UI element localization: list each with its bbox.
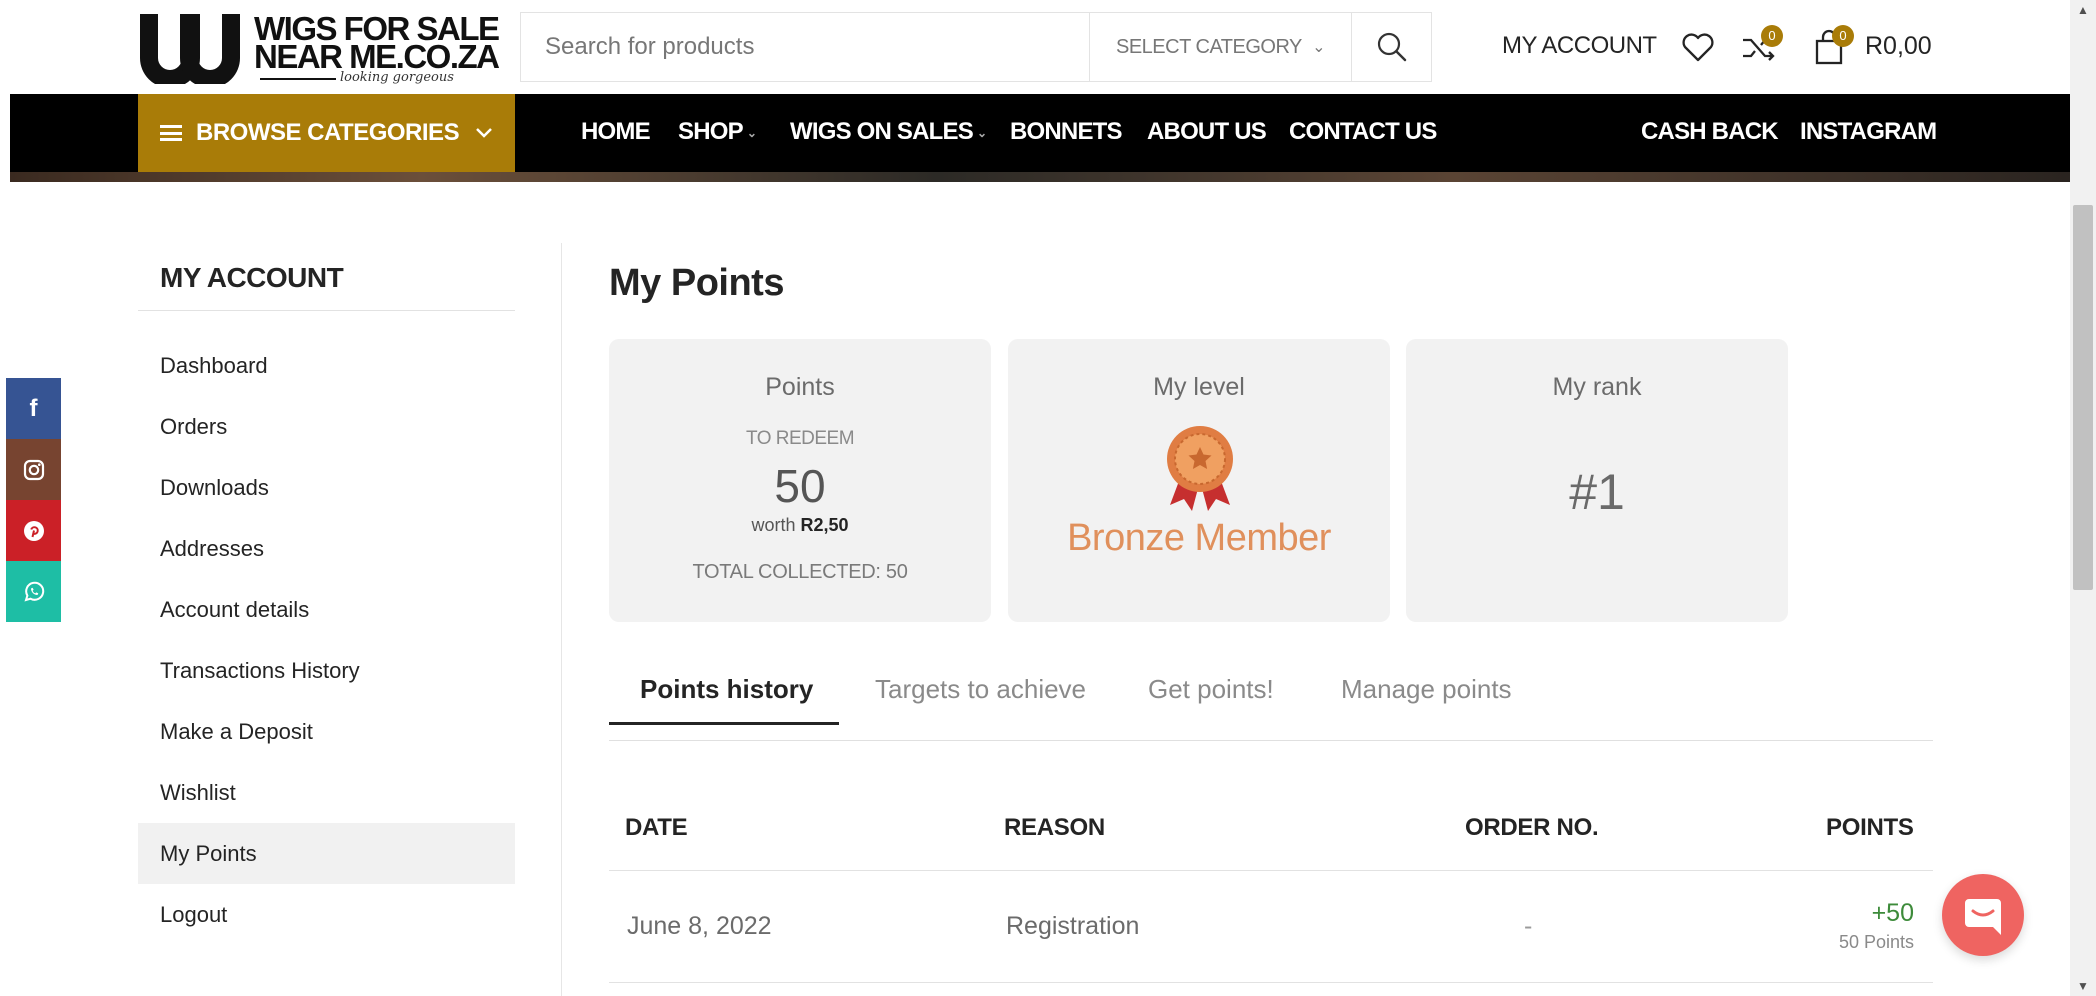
nav-contact-us[interactable]: CONTACT US <box>1289 118 1437 146</box>
site-logo[interactable]: WIGS FOR SALE NEAR ME.CO.ZA looking gorg… <box>136 8 500 86</box>
nav-shop[interactable]: SHOP ⌄ <box>678 118 757 146</box>
points-to-redeem-label: TO REDEEM <box>745 428 855 449</box>
my-account-link[interactable]: MY ACCOUNT <box>1502 32 1657 60</box>
logo-rule <box>260 78 336 80</box>
heart-icon[interactable] <box>1679 28 1717 66</box>
tab-get-points[interactable]: Get points! <box>1148 674 1274 705</box>
tab-targets-to-achieve[interactable]: Targets to achieve <box>875 674 1086 705</box>
rank-card: My rank #1 <box>1406 339 1788 622</box>
column-header-points: POINTS <box>1826 814 1914 841</box>
chevron-down-icon: ⌄ <box>746 125 757 140</box>
browse-categories-label: BROWSE CATEGORIES <box>196 119 460 146</box>
nav-cash-back[interactable]: CASH BACK <box>1641 118 1779 146</box>
nav-instagram[interactable]: INSTAGRAM <box>1800 118 1937 146</box>
tab-points-history[interactable]: Points history <box>640 674 813 705</box>
sidebar-title: MY ACCOUNT <box>160 262 344 293</box>
level-card-heading: My level <box>1153 373 1245 401</box>
sidebar-item-dashboard[interactable]: Dashboard <box>138 335 515 396</box>
scroll-down-arrow-icon[interactable]: ▼ <box>2070 976 2096 996</box>
scroll-up-arrow-icon[interactable]: ▲ <box>2070 0 2096 20</box>
level-value: Bronze Member <box>1067 517 1331 559</box>
sidebar-item-downloads[interactable]: Downloads <box>138 457 515 518</box>
facebook-share-button[interactable]: f <box>6 378 61 439</box>
tab-manage-points[interactable]: Manage points <box>1341 674 1512 705</box>
sidebar-item-transactions-history[interactable]: Transactions History <box>138 640 515 701</box>
level-card: My level Bronze Member <box>1008 339 1390 622</box>
row-points-total: 50 Points <box>1838 932 1914 952</box>
compare-count-badge: 0 <box>1761 25 1783 47</box>
search-button[interactable] <box>1351 13 1431 81</box>
chevron-down-icon <box>476 128 492 138</box>
points-total-collected: TOTAL COLLECTED: 50 <box>692 561 908 583</box>
active-tab-indicator <box>609 722 839 725</box>
category-select[interactable]: SELECT CATEGORY ⌄ <box>1089 13 1351 81</box>
scrollbar-thumb[interactable] <box>2073 205 2093 590</box>
sidebar-item-account-details[interactable]: Account details <box>138 579 515 640</box>
cart-button[interactable]: 0 <box>1812 25 1854 68</box>
table-row-divider <box>609 982 1933 983</box>
sidebar-item-addresses[interactable]: Addresses <box>138 518 515 579</box>
search-input[interactable] <box>521 13 1089 81</box>
points-card-heading: Points <box>765 373 835 401</box>
sidebar-item-wishlist[interactable]: Wishlist <box>138 762 515 823</box>
menu-icon <box>160 125 182 141</box>
points-worth: worth R2,50 <box>609 515 991 536</box>
instagram-share-button[interactable] <box>6 439 61 500</box>
whatsapp-icon <box>23 581 44 601</box>
nav-home[interactable]: HOME <box>581 118 651 146</box>
hero-banner-strip <box>10 172 2070 182</box>
facebook-icon: f <box>29 394 38 422</box>
sidebar-item-my-points[interactable]: My Points <box>138 823 515 884</box>
row-reason: Registration <box>1006 912 1140 940</box>
search-icon <box>1377 32 1406 62</box>
rank-value: #1 <box>1569 464 1625 520</box>
rank-card-heading: My rank <box>1552 373 1642 401</box>
row-date: June 8, 2022 <box>627 912 772 940</box>
points-worth-value: R2,50 <box>800 515 849 535</box>
column-header-date: DATE <box>625 814 688 841</box>
table-header-divider <box>609 870 1933 871</box>
sidebar-divider <box>138 310 515 311</box>
pinterest-share-button[interactable] <box>6 500 61 561</box>
tabs-divider <box>609 740 1933 741</box>
whatsapp-share-button[interactable] <box>6 561 61 622</box>
vertical-divider <box>561 243 562 996</box>
points-worth-prefix: worth <box>751 515 796 535</box>
logo-text-line2: NEAR ME.CO.ZA <box>254 38 500 75</box>
category-select-label: SELECT CATEGORY <box>1116 35 1302 58</box>
instagram-icon <box>23 459 44 480</box>
chevron-down-icon: ⌄ <box>1312 39 1325 56</box>
column-header-reason: REASON <box>1004 814 1105 841</box>
row-order-no: - <box>1524 912 1533 940</box>
nav-wigs-on-sales[interactable]: WIGS ON SALES ⌄ <box>790 118 987 146</box>
pinterest-icon <box>23 520 44 541</box>
logo-mark-icon <box>140 14 240 84</box>
nav-shop-label: SHOP <box>678 118 744 145</box>
page-title: My Points <box>609 262 784 304</box>
product-search: SELECT CATEGORY ⌄ <box>520 12 1432 82</box>
compare-button[interactable]: 0 <box>1739 25 1783 68</box>
nav-bonnets[interactable]: BONNETS <box>1010 118 1123 146</box>
chat-button[interactable] <box>1942 874 2024 956</box>
sidebar-item-logout[interactable]: Logout <box>138 884 515 945</box>
column-header-order-no: ORDER NO. <box>1465 814 1599 841</box>
sidebar-item-make-a-deposit[interactable]: Make a Deposit <box>138 701 515 762</box>
logo-tagline: looking gorgeous <box>340 70 454 85</box>
cart-count-badge: 0 <box>1832 25 1854 47</box>
nav-about-us[interactable]: ABOUT US <box>1147 118 1267 146</box>
chat-icon <box>1965 899 2001 935</box>
chevron-down-icon: ⌄ <box>976 125 987 140</box>
nav-wigs-on-sales-label: WIGS ON SALES <box>790 118 974 145</box>
row-points: +50 <box>1871 899 1914 927</box>
points-card: Points TO REDEEM 50 worth R2,50 TOTAL CO… <box>609 339 991 622</box>
cart-total[interactable]: R0,00 <box>1865 32 1932 61</box>
points-value: 50 <box>774 460 826 512</box>
bronze-medal-icon <box>1167 426 1233 511</box>
browse-categories-button[interactable]: BROWSE CATEGORIES <box>138 94 515 172</box>
sidebar-item-orders[interactable]: Orders <box>138 396 515 457</box>
